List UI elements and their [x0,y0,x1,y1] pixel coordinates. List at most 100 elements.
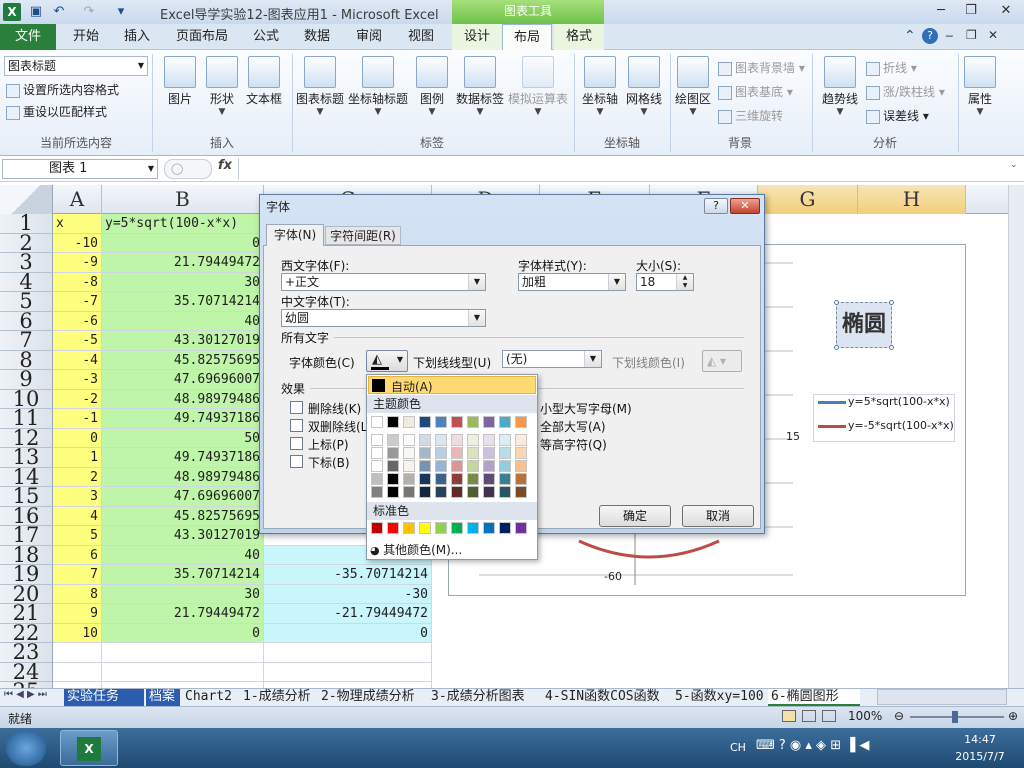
updown-bars-button[interactable]: 涨/跌柱线 ▾ [866,82,945,102]
tab-file[interactable]: 文件 [0,24,56,50]
sheet-tab[interactable]: 6-椭圆图形 [768,689,860,706]
theme-shade-swatch[interactable] [483,473,495,485]
save-icon[interactable]: ▣ [27,3,45,21]
cell-c[interactable] [264,643,432,663]
cell-b[interactable]: 21.79449472 [102,253,264,273]
theme-shade-swatch[interactable] [371,473,383,485]
theme-color-swatch[interactable] [435,416,447,428]
cell-b[interactable]: 30 [102,584,264,604]
sheet-tab[interactable]: 档案 [146,689,180,706]
theme-shade-swatch[interactable] [403,460,415,472]
cell-a[interactable]: 0 [53,428,102,448]
theme-shade-swatch[interactable] [387,460,399,472]
sheet-tab[interactable]: 5-函数xy=100 [672,689,766,706]
font-size-spinner[interactable]: 18 ▲ ▼ [636,273,694,291]
theme-shade-swatch[interactable] [403,434,415,446]
insert-picture-button[interactable]: 图片 [160,56,200,107]
more-colors-option[interactable]: ◕ 其他颜色(M)... [370,541,462,558]
cell-c[interactable] [264,662,432,682]
standard-color-swatch[interactable] [403,522,415,534]
cell-b[interactable]: 49.74937186 [102,409,264,429]
theme-shade-swatch[interactable] [467,486,479,498]
automatic-color-option[interactable]: 自动(A) [368,376,536,394]
theme-shade-swatch[interactable] [403,447,415,459]
cell-c[interactable]: -30 [264,584,432,604]
tab-design[interactable]: 设计 [452,24,502,50]
cell-c[interactable]: 0 [264,623,432,643]
cell-b[interactable]: 35.70714214 [102,292,264,312]
cell-b[interactable]: 45.82575695 [102,506,264,526]
start-button-icon[interactable] [6,730,46,766]
insert-shapes-button[interactable]: 形状 ▼ [202,56,242,117]
doc-restore-button[interactable]: ❐ [966,28,977,42]
chart-floor-button[interactable]: 图表基底 ▾ [718,82,793,102]
cell-a[interactable]: 10 [53,623,102,643]
theme-shade-swatch[interactable] [419,473,431,485]
error-bars-button[interactable]: 误差线 ▾ [866,106,929,126]
cell-a[interactable]: x [53,214,102,234]
theme-color-swatch[interactable] [403,416,415,428]
cell-c[interactable]: -35.70714214 [264,565,432,585]
ok-button[interactable]: 确定 [599,505,671,527]
cell-a[interactable]: -3 [53,370,102,390]
theme-shade-swatch[interactable] [435,447,447,459]
plot-area-button[interactable]: 绘图区 ▼ [672,56,714,117]
lines-button[interactable]: 折线 ▾ [866,58,917,78]
cell-b[interactable]: 48.98979486 [102,389,264,409]
cell-b[interactable]: 0 [102,233,264,253]
expand-formula-bar-icon[interactable]: ⌄ [1010,160,1018,170]
theme-shade-swatch[interactable] [419,486,431,498]
insert-textbox-button[interactable]: 文本框 [242,56,286,107]
theme-shade-swatch[interactable] [499,434,511,446]
sheet-tab[interactable]: 1-成绩分析 [240,689,316,706]
theme-shade-swatch[interactable] [387,434,399,446]
close-window-button[interactable]: ✕ [988,0,1024,22]
tab-data[interactable]: 数据 [292,24,342,50]
theme-shade-swatch[interactable] [403,473,415,485]
cell-b[interactable]: 47.69696007 [102,487,264,507]
cell-a[interactable]: 4 [53,506,102,526]
theme-color-swatch[interactable] [371,416,383,428]
tab-character-spacing[interactable]: 字符间距(R) [325,226,401,245]
theme-shade-swatch[interactable] [515,473,527,485]
chart-wall-button[interactable]: 图表背景墙 ▾ [718,58,805,78]
font-style-combo[interactable]: 加粗 ▼ [518,273,626,291]
zoom-slider-thumb[interactable] [952,711,958,723]
theme-shade-swatch[interactable] [371,460,383,472]
formula-input[interactable] [238,158,1008,180]
input-language[interactable]: CH [730,741,746,754]
horizontal-scrollbar[interactable] [877,689,1007,705]
theme-shade-swatch[interactable] [371,486,383,498]
zoom-out-icon[interactable]: ⊖ [894,709,904,723]
tab-format[interactable]: 格式 [554,24,604,50]
tab-view[interactable]: 视图 [396,24,446,50]
cell-a[interactable]: -5 [53,331,102,351]
formula-cancel-enter[interactable]: ◯ [164,159,212,179]
tab-insert[interactable]: 插入 [112,24,162,50]
standard-color-swatch[interactable] [515,522,527,534]
theme-color-swatch[interactable] [419,416,431,428]
excel-app-icon[interactable]: X [3,3,21,21]
cell-b[interactable]: 49.74937186 [102,448,264,468]
cell-b[interactable]: 43.30127019 [102,331,264,351]
help-icon[interactable]: ? [922,28,938,44]
zoom-level[interactable]: 100% [848,709,882,723]
theme-shade-swatch[interactable] [515,460,527,472]
insert-function-icon[interactable]: fx [218,158,232,173]
sheet-tab[interactable]: 4-SIN函数COS函数 [542,689,670,706]
underline-color-picker-disabled[interactable]: ◭ ▾ [702,350,742,372]
cancel-button[interactable]: 取消 [682,505,754,527]
cell-a[interactable]: 8 [53,584,102,604]
cell-b[interactable] [102,643,264,663]
legend-button[interactable]: 图例 ▼ [412,56,452,117]
theme-shade-swatch[interactable] [515,447,527,459]
standard-color-swatch[interactable] [467,522,479,534]
cell-a[interactable]: -4 [53,350,102,370]
restore-button[interactable]: ❐ [956,0,986,22]
dialog-close-button[interactable]: ✕ [730,198,760,214]
standard-color-swatch[interactable] [499,522,511,534]
theme-shade-swatch[interactable] [435,460,447,472]
trendline-button[interactable]: 趋势线 ▼ [816,56,864,117]
chart-title-button[interactable]: 图表标题 ▼ [294,56,346,117]
standard-color-swatch[interactable] [451,522,463,534]
